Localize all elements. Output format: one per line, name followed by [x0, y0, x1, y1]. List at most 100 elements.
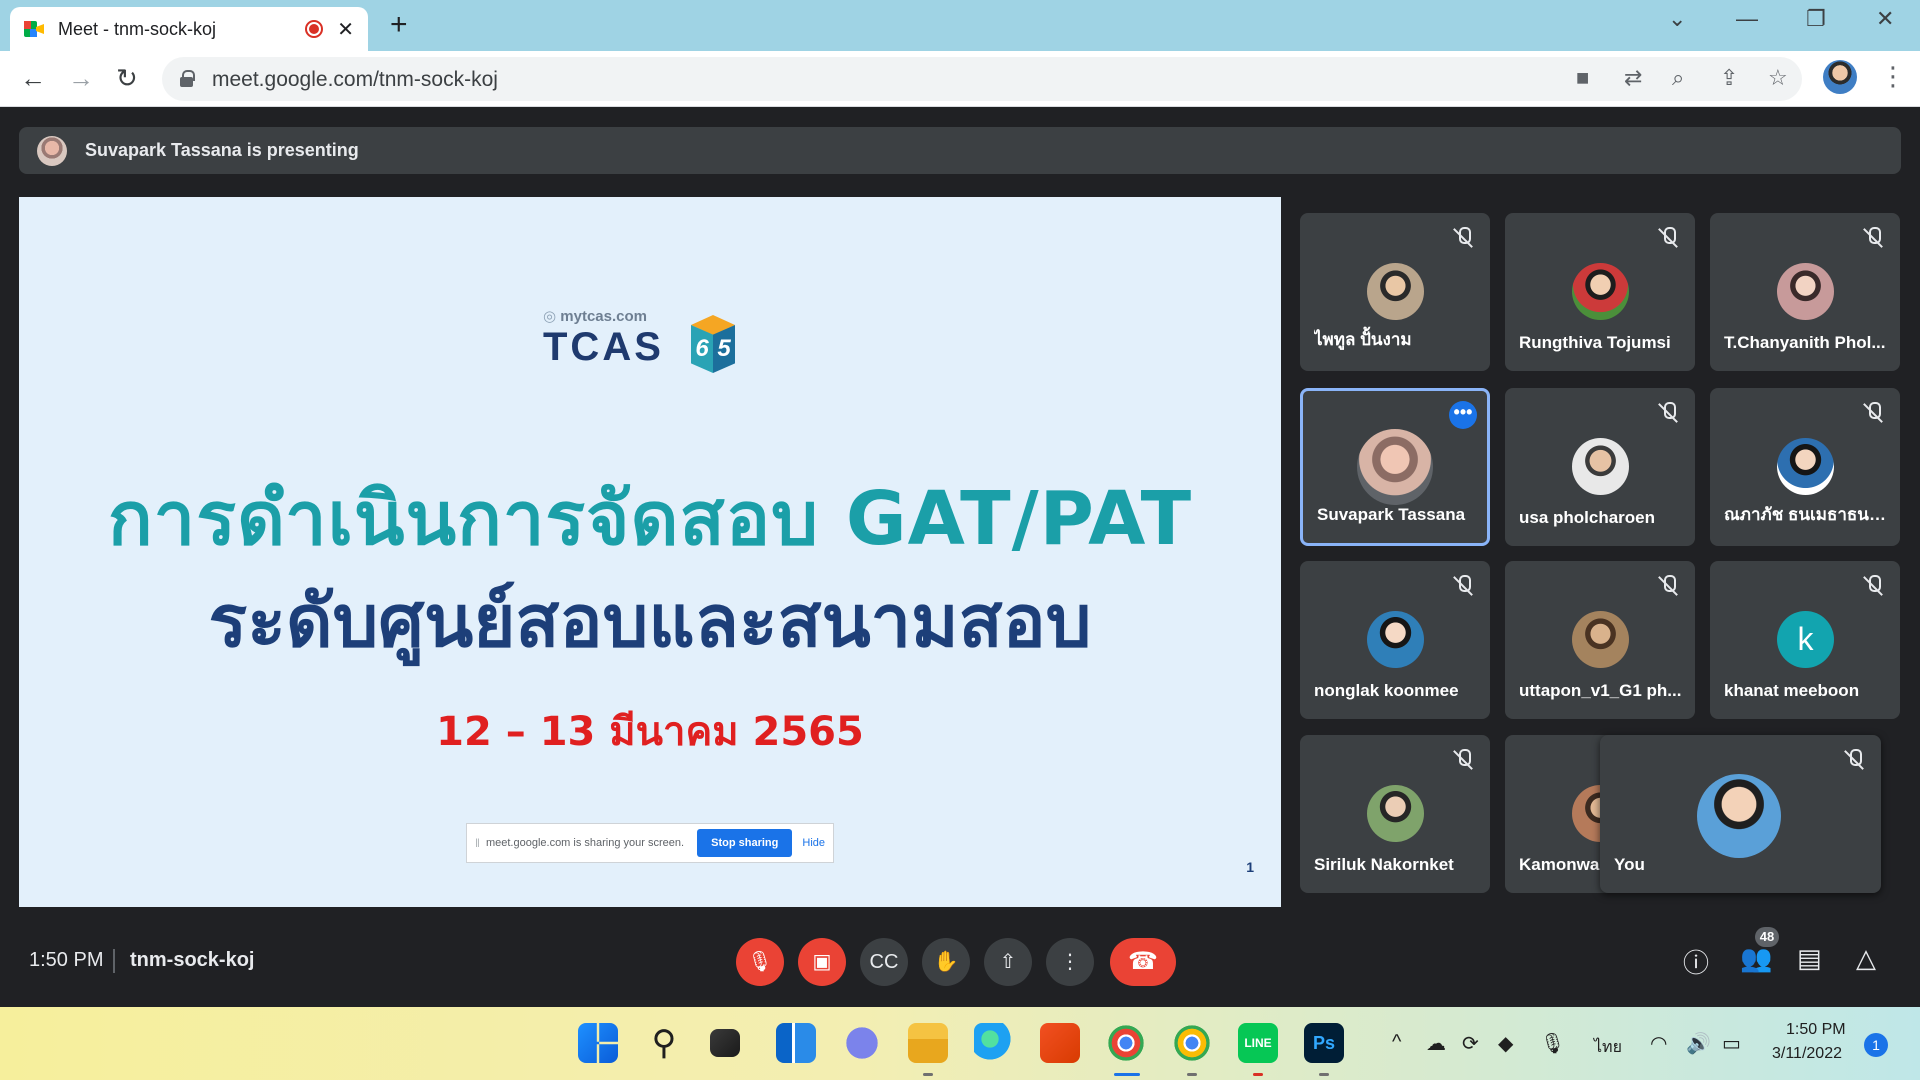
task-view-icon[interactable] — [710, 1029, 740, 1057]
participant-avatar — [1367, 785, 1424, 842]
participant-tile[interactable]: Rungthiva Tojumsi — [1505, 213, 1695, 371]
participant-avatar — [1572, 263, 1629, 320]
input-language[interactable]: ไทย — [1594, 1035, 1622, 1060]
photoshop-icon[interactable]: Ps — [1304, 1023, 1344, 1063]
tab-title: Meet - tnm-sock-koj — [58, 18, 217, 39]
file-explorer-icon[interactable] — [908, 1023, 948, 1063]
participant-tile[interactable]: T.Chanyanith Phol... — [1710, 213, 1900, 371]
profile-avatar[interactable] — [1823, 60, 1857, 94]
slide-title-line1: การดำเนินการจัดสอบ GAT/PAT — [107, 476, 1193, 562]
meeting-time: 1:50 PM — [29, 949, 104, 971]
teams-chat-icon[interactable] — [842, 1023, 882, 1063]
raise-hand-button[interactable]: ✋ — [922, 938, 970, 986]
participant-tile[interactable]: usa pholcharoen — [1505, 388, 1695, 546]
activities-icon[interactable]: △ — [1856, 943, 1876, 974]
sync-icon[interactable]: ⟳ — [1462, 1031, 1479, 1056]
google-meet-icon — [24, 21, 44, 37]
show-hidden-icons-icon[interactable]: ^ — [1392, 1031, 1401, 1054]
restore-button[interactable]: ❐ — [1806, 6, 1826, 32]
hide-banner-link[interactable]: Hide — [802, 837, 825, 849]
captions-button[interactable]: CC — [860, 938, 908, 986]
participant-tile[interactable]: nonglak koonmee — [1300, 561, 1490, 719]
minimize-button[interactable]: — — [1736, 6, 1758, 32]
participant-tile-pinned[interactable]: ••• Suvapark Tassana — [1300, 388, 1490, 546]
office-icon[interactable] — [1040, 1023, 1080, 1063]
chrome-icon[interactable] — [1106, 1023, 1146, 1063]
line-icon[interactable]: LINE — [1238, 1023, 1278, 1063]
camera-in-use-icon[interactable]: ■ — [1576, 65, 1589, 91]
mic-off-icon — [1659, 575, 1677, 595]
drag-handle-icon[interactable]: ‖ — [475, 836, 480, 850]
back-arrow-icon[interactable]: ← — [20, 61, 46, 95]
presenting-banner: Suvapark Tassana is presenting — [19, 127, 1901, 174]
tab-search-icon[interactable]: ⌄ — [1668, 6, 1686, 32]
present-now-button[interactable]: ⇧ — [984, 938, 1032, 986]
reload-icon[interactable]: ↻ — [116, 61, 138, 95]
bookmark-star-icon[interactable]: ☆ — [1768, 65, 1788, 91]
battery-icon[interactable]: ▭ — [1722, 1031, 1741, 1056]
new-tab-button[interactable]: + — [390, 8, 408, 42]
mic-off-button[interactable]: 🎙 — [736, 938, 784, 986]
search-icon[interactable]: ⚲ — [644, 1023, 684, 1063]
participant-name: uttapon_v1_G1 ph... — [1519, 681, 1682, 700]
taskbar-clock-date[interactable]: 3/11/2022 — [1772, 1045, 1842, 1063]
participant-tile[interactable]: uttapon_v1_G1 ph... — [1505, 561, 1695, 719]
microphone-icon[interactable]: 🎙 — [1540, 1031, 1565, 1056]
self-view-tile[interactable]: You — [1600, 735, 1881, 893]
browser-tab[interactable]: Meet - tnm-sock-koj ✕ — [10, 7, 368, 51]
zoom-icon[interactable]: ⌕ — [1672, 65, 1684, 91]
mic-off-icon — [1659, 227, 1677, 247]
share-banner-text: meet.google.com is sharing your screen. — [485, 837, 685, 849]
chrome-menu-icon[interactable]: ⋮ — [1880, 61, 1906, 92]
participant-name: Suvapark Tassana — [1317, 505, 1466, 524]
tab-close-icon[interactable]: ✕ — [337, 17, 354, 42]
slide-page-number: 1 — [1246, 859, 1254, 875]
stop-sharing-button[interactable]: Stop sharing — [697, 829, 793, 857]
meeting-details-icon[interactable]: ⓘ — [1683, 943, 1709, 980]
volume-icon[interactable]: 🔊 — [1686, 1031, 1711, 1056]
participant-tile[interactable]: ไพทูล ปั้นงาม — [1300, 213, 1490, 371]
participant-name: ณภาภัช ธนเมธาธนาธิป — [1724, 505, 1890, 524]
taskbar-clock-time[interactable]: 1:50 PM — [1786, 1021, 1846, 1039]
onedrive-icon[interactable]: ☁ — [1426, 1031, 1446, 1056]
self-avatar — [1697, 774, 1781, 858]
app-running-indicator — [923, 1073, 933, 1076]
widgets-icon[interactable] — [776, 1023, 816, 1063]
camera-off-button[interactable]: ▣ — [798, 938, 846, 986]
edge-icon[interactable] — [974, 1023, 1014, 1063]
participant-tile[interactable]: Siriluk Nakornket — [1300, 735, 1490, 893]
leave-call-button[interactable]: ☎ — [1110, 938, 1176, 986]
window-close-button[interactable]: ✕ — [1876, 6, 1894, 32]
participant-name: Rungthiva Tojumsi — [1519, 333, 1671, 352]
participant-letter-avatar: k — [1777, 611, 1834, 668]
participant-name: ไพทูล ปั้นงาม — [1314, 330, 1412, 349]
browser-tab-strip: Meet - tnm-sock-koj ✕ + ⌄ — ❐ ✕ — [0, 0, 1920, 51]
mic-off-icon — [1864, 227, 1882, 247]
participant-name: Siriluk Nakornket — [1314, 855, 1454, 874]
translate-icon[interactable]: ⇄ — [1624, 65, 1642, 91]
divider — [113, 949, 115, 973]
participant-tile[interactable]: ณภาภัช ธนเมธาธนาธิป — [1710, 388, 1900, 546]
forward-arrow-icon[interactable]: → — [68, 61, 94, 95]
active-app-indicator — [1114, 1073, 1140, 1076]
people-icon[interactable]: 👥 — [1740, 943, 1772, 974]
browser-toolbar: ← → ↻ meet.google.com/tnm-sock-koj ■ ⇄ ⌕… — [0, 51, 1920, 107]
screen-share-banner: ‖ meet.google.com is sharing your screen… — [466, 823, 834, 863]
chrome-profile-icon[interactable] — [1172, 1023, 1212, 1063]
share-icon[interactable]: ⇪ — [1720, 65, 1738, 91]
participant-tile[interactable]: k khanat meeboon — [1710, 561, 1900, 719]
chat-icon[interactable]: ▤ — [1797, 943, 1822, 974]
lock-icon[interactable] — [180, 70, 195, 87]
dropbox-icon[interactable]: ◆ — [1498, 1031, 1513, 1056]
logo-site-text: mytcas.com — [543, 307, 647, 325]
url-text[interactable]: meet.google.com/tnm-sock-koj — [212, 68, 498, 92]
slide-title-line2: ระดับศูนย์สอบและสนามสอบ — [208, 579, 1092, 663]
wifi-icon[interactable]: ◠ — [1650, 1031, 1667, 1056]
address-bar[interactable]: meet.google.com/tnm-sock-koj ■ ⇄ ⌕ ⇪ ☆ — [162, 57, 1802, 101]
participant-avatar — [1572, 438, 1629, 495]
more-options-button[interactable]: ⋮ — [1046, 938, 1094, 986]
more-options-icon[interactable]: ••• — [1449, 401, 1477, 429]
notification-badge[interactable]: 1 — [1864, 1033, 1888, 1057]
shared-screen: mytcas.com TCAS 6 5 การดำเนินการจัดสอบ G… — [19, 197, 1281, 907]
start-menu-icon[interactable] — [578, 1023, 618, 1063]
